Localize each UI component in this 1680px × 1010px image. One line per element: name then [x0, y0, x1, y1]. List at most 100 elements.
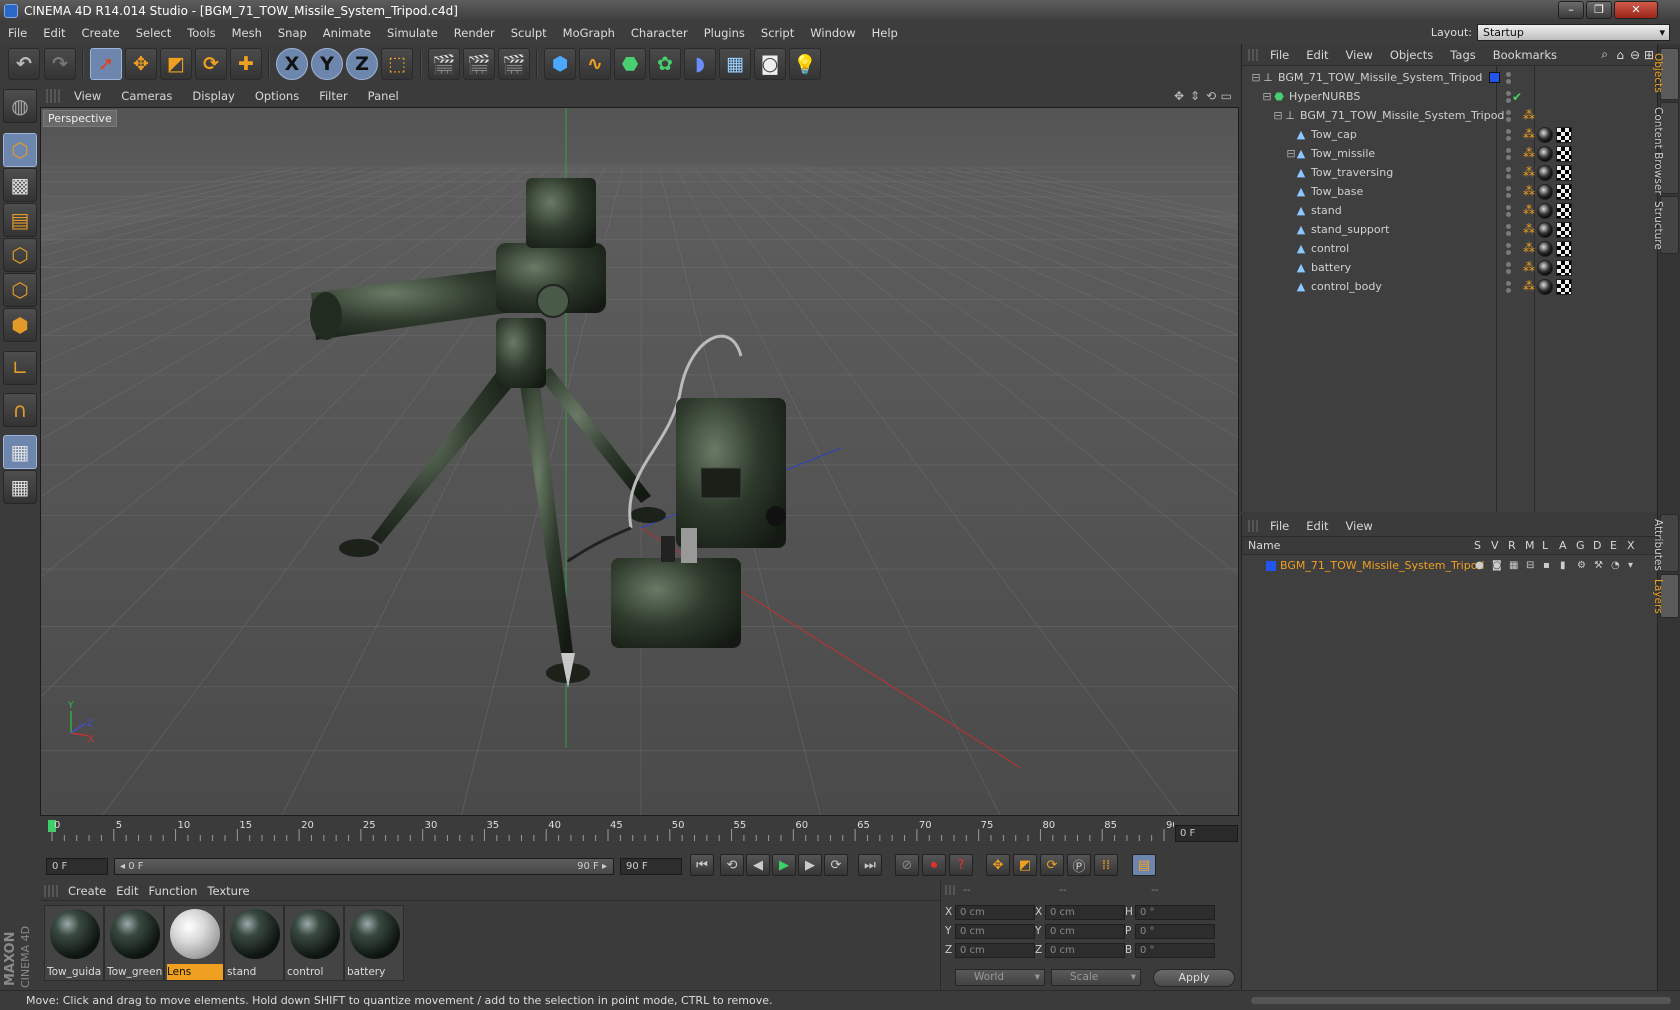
viewport-rotate-icon[interactable]: ⟲ [1206, 89, 1216, 103]
layer-column-flag[interactable]: L [1542, 537, 1548, 555]
rotate-tool-button[interactable]: ⟳ [195, 48, 227, 80]
tab-attributes[interactable]: Attributes [1652, 514, 1679, 572]
render-visibility-dot[interactable] [1506, 250, 1511, 255]
axis-mode-button[interactable]: ∟ [3, 351, 37, 385]
material-tag-icon[interactable] [1537, 165, 1553, 181]
uvw-tag-icon[interactable] [1556, 222, 1572, 238]
close-button[interactable]: ✕ [1614, 1, 1658, 19]
next-frame-button[interactable]: ▶ [798, 854, 822, 876]
phong-tag-icon[interactable]: ⁂ [1523, 261, 1535, 273]
uvw-tag-icon[interactable] [1556, 203, 1572, 219]
search-icon[interactable]: ⌕ [1601, 47, 1608, 62]
key-position-button[interactable]: ✥ [986, 854, 1010, 876]
add-nurbs-button[interactable]: ⬣ [614, 48, 646, 80]
objects-menu-view[interactable]: View [1346, 48, 1390, 62]
object-row[interactable]: ▲ control ⁂ [1242, 239, 1658, 259]
layout-dropdown[interactable]: Startup ▾ [1477, 24, 1670, 41]
visibility-dots[interactable] [1506, 262, 1514, 274]
add-scene-button[interactable]: ▦ [719, 48, 751, 80]
objects-menu-objects[interactable]: Objects [1390, 48, 1450, 62]
phong-tag-icon[interactable]: ⁂ [1523, 166, 1535, 178]
layer-column-flag[interactable]: S [1474, 537, 1481, 555]
key-parameter-button[interactable]: Ⓟ [1067, 854, 1091, 876]
model-mode-button[interactable]: ⬡ [3, 133, 37, 167]
polygons-mode-button[interactable]: ⬢ [3, 308, 37, 342]
planar-workplane-button[interactable]: ▦ [3, 470, 37, 504]
layer-flag-toggle-icon[interactable]: ⊟ [1526, 556, 1534, 576]
render-visibility-dot[interactable] [1506, 269, 1511, 274]
objects-menu-edit[interactable]: Edit [1306, 48, 1345, 62]
viewport-zoom-icon[interactable]: ⇕ [1190, 89, 1200, 103]
add-camera-button[interactable]: ◙ [754, 48, 786, 80]
z-axis-toggle[interactable]: Z [346, 48, 378, 80]
objects-menu-tags[interactable]: Tags [1450, 48, 1492, 62]
material-swatch[interactable]: battery [344, 905, 404, 981]
add-deformer-button[interactable]: ◗ [684, 48, 716, 80]
menu-mograph[interactable]: MoGraph [555, 26, 623, 40]
tab-layers[interactable]: Layers [1652, 574, 1679, 618]
menu-snap[interactable]: Snap [270, 26, 315, 40]
phong-tag-icon[interactable]: ⁂ [1523, 204, 1535, 216]
render-visibility-dot[interactable] [1506, 136, 1511, 141]
collapse-icon[interactable]: ⊟ [1261, 91, 1273, 103]
layer-flag-toggle-icon[interactable]: ▦ [1509, 556, 1518, 576]
points-mode-button[interactable]: ⬡ [3, 238, 37, 272]
editor-visibility-dot[interactable] [1506, 281, 1511, 286]
layers-menu-file[interactable]: File [1270, 519, 1306, 533]
uvw-tag-icon[interactable] [1556, 279, 1572, 295]
coordinate-value-field[interactable]: 0 cm [955, 924, 1035, 939]
menu-simulate[interactable]: Simulate [379, 26, 446, 40]
phong-tag-icon[interactable]: ⁂ [1523, 242, 1535, 254]
coordinate-mode-dropdown[interactable]: World ▾ [955, 969, 1045, 986]
layer-color-swatch[interactable] [1489, 72, 1500, 83]
material-swatch[interactable]: Lens [164, 905, 224, 981]
material-menu-edit[interactable]: Edit [116, 884, 148, 898]
objects-menu-file[interactable]: File [1270, 48, 1306, 62]
maximize-button[interactable]: ❐ [1586, 1, 1612, 19]
object-row[interactable]: ▲ stand_support ⁂ [1242, 220, 1658, 240]
coordinate-value-field[interactable]: 0 ° [1135, 905, 1215, 920]
coordinate-value-field[interactable]: 0 cm [1045, 943, 1125, 958]
layer-column-flag[interactable]: D [1593, 537, 1601, 555]
render-visibility-dot[interactable] [1506, 231, 1511, 236]
material-menu-function[interactable]: Function [149, 884, 208, 898]
menu-animate[interactable]: Animate [315, 26, 379, 40]
viewport-menu-filter[interactable]: Filter [309, 89, 357, 103]
material-tag-icon[interactable] [1537, 279, 1553, 295]
coordinate-system-button[interactable]: ⬚ [381, 48, 413, 80]
phong-tag-icon[interactable]: ⁂ [1523, 109, 1535, 121]
menu-render[interactable]: Render [446, 26, 503, 40]
tab-content-browser[interactable]: Content Browser [1652, 102, 1679, 195]
object-row[interactable]: ⊟ ⊥ BGM_71_TOW_Missile_System_Tripod [1242, 68, 1658, 88]
layer-column-flag[interactable]: R [1508, 537, 1516, 555]
collapse-icon[interactable]: ⊟ [1272, 110, 1284, 122]
render-visibility-dot[interactable] [1506, 193, 1511, 198]
add-array-button[interactable]: ✿ [649, 48, 681, 80]
material-tag-icon[interactable] [1537, 241, 1553, 257]
render-visibility-dot[interactable] [1506, 98, 1511, 103]
menu-help[interactable]: Help [864, 26, 906, 40]
render-visibility-dot[interactable] [1506, 174, 1511, 179]
timeline-ruler[interactable]: 0 5 10 15 20 25 30 35 40 45 50 55 60 65 70 75 80 85 90 0 F [40, 817, 1240, 849]
visibility-dots[interactable] [1506, 167, 1514, 179]
material-swatch[interactable]: Tow_green [104, 905, 164, 981]
material-tag-icon[interactable] [1537, 184, 1553, 200]
object-row[interactable]: ⊟ ▲ Tow_missile ⁂ [1242, 144, 1658, 164]
coordinate-value-field[interactable]: 0 ° [1135, 924, 1215, 939]
layer-flag-toggle-icon[interactable]: ◔ [1611, 556, 1620, 576]
snap-button[interactable]: ∩ [3, 393, 37, 427]
material-tag-icon[interactable] [1537, 203, 1553, 219]
object-row[interactable]: ▲ battery ⁂ [1242, 258, 1658, 278]
layer-flag-toggle-icon[interactable]: ▪ [1543, 556, 1550, 576]
scale-tool-button[interactable]: ◩ [160, 48, 192, 80]
next-keyframe-button[interactable]: ⟳ [824, 854, 848, 876]
add-light-button[interactable]: 💡 [789, 48, 821, 80]
frame-range-slider[interactable]: ◂ 0 F 90 F ▸ [114, 858, 614, 875]
material-tag-icon[interactable] [1537, 222, 1553, 238]
editor-visibility-dot[interactable] [1506, 186, 1511, 191]
visibility-dots[interactable] [1506, 72, 1514, 84]
viewport-menu-display[interactable]: Display [182, 89, 244, 103]
coordinate-value-field[interactable]: 0 ° [1135, 943, 1215, 958]
phong-tag-icon[interactable]: ⁂ [1523, 147, 1535, 159]
object-row[interactable]: ⊟ ⬣ HyperNURBS ✔ [1242, 87, 1658, 107]
